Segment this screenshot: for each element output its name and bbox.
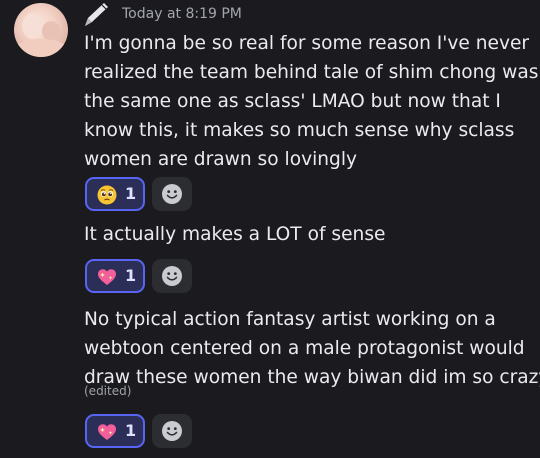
- edited-label: (edited): [84, 384, 132, 398]
- message-line: realized the team behind tale of shim ch…: [84, 62, 539, 83]
- avatar-art: [16, 39, 66, 57]
- message-line: draw these women the way biwan did im so…: [84, 367, 540, 388]
- add-reaction-button[interactable]: [152, 259, 192, 293]
- message-text: I'm gonna be so real for some reason I'v…: [84, 29, 538, 174]
- message-line: I'm gonna be so real for some reason I'v…: [84, 33, 530, 54]
- sparkling-heart-icon: [98, 424, 116, 440]
- message-timestamp: Today at 8:19 PM: [122, 6, 242, 22]
- message-line: the same one as sclass' LMAO but now tha…: [84, 91, 501, 112]
- avatar-art: [42, 21, 60, 41]
- message-text: No typical action fantasy artist working…: [84, 305, 540, 392]
- add-reaction-button[interactable]: [152, 414, 192, 448]
- reaction-button[interactable]: 1: [85, 177, 145, 211]
- reaction-count: 1: [125, 421, 137, 440]
- reaction-count: 1: [125, 184, 137, 203]
- smiley-icon: [162, 184, 182, 204]
- smiley-icon: [162, 266, 182, 286]
- pleading-face-icon: [97, 185, 117, 205]
- reaction-button[interactable]: 1: [85, 414, 145, 448]
- message-line: It actually makes a LOT of sense: [84, 224, 386, 245]
- pen-icon[interactable]: [82, 0, 112, 28]
- message-line: webtoon centered on a male protagonist w…: [84, 338, 525, 359]
- reaction-count: 1: [125, 266, 137, 285]
- sparkling-heart-icon: [98, 269, 116, 285]
- add-reaction-button[interactable]: [152, 177, 192, 211]
- message-text: It actually makes a LOT of sense: [84, 220, 385, 249]
- reaction-button[interactable]: 1: [85, 259, 145, 293]
- avatar[interactable]: [14, 3, 68, 57]
- message-line: know this, it makes so much sense why sc…: [84, 120, 515, 141]
- message-line: women are drawn so lovingly: [84, 149, 357, 170]
- message-line: No typical action fantasy artist working…: [84, 309, 496, 330]
- smiley-icon: [162, 421, 182, 441]
- avatar-art: [22, 13, 44, 39]
